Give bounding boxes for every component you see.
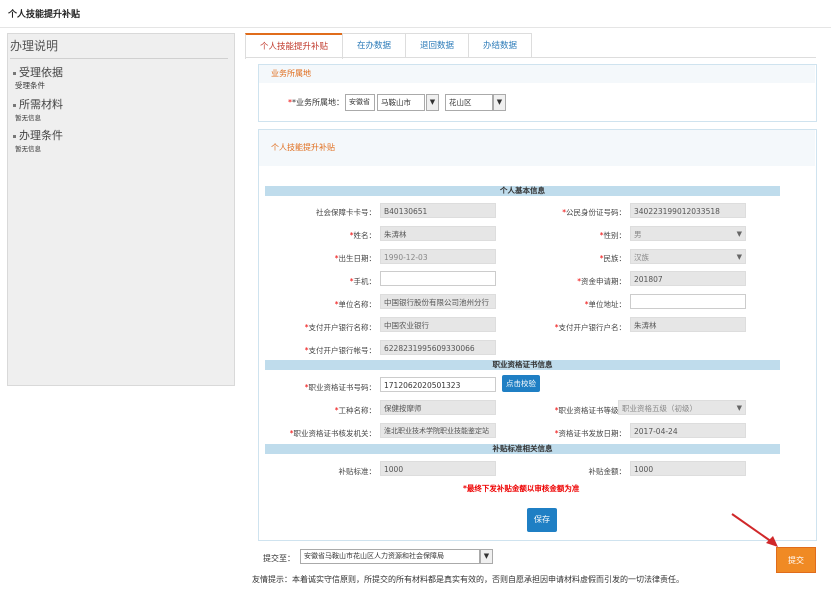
birth-label: *出生日期：	[334, 254, 376, 263]
address-input[interactable]	[630, 294, 746, 309]
divider	[0, 27, 831, 28]
phone-label: *手机：	[349, 277, 376, 286]
name-label: *姓名：	[349, 231, 376, 240]
bank-field[interactable]: 中国农业银行	[380, 317, 496, 332]
cert-number-input[interactable]: 1712062020501323	[380, 377, 496, 392]
si-card-field[interactable]: B40130651	[380, 203, 496, 218]
account-name-field[interactable]: 朱涛林	[630, 317, 746, 332]
sidebar-section-basis[interactable]: 受理依据 受理条件	[13, 64, 63, 91]
chevron-down-icon[interactable]: ▼	[480, 549, 493, 564]
region-panel-header: 业务所属地	[259, 65, 815, 83]
subsidy-note: *最终下发补贴金额以审核金额为准	[463, 484, 580, 493]
name-field[interactable]: 朱涛林	[380, 226, 496, 241]
standard-field[interactable]: 1000	[380, 461, 496, 476]
id-label: *公民身份证号码：	[562, 208, 626, 217]
id-field[interactable]: 340223199012033518	[630, 203, 746, 218]
si-card-label: 社会保障卡卡号：	[316, 208, 376, 217]
sidebar-divider	[10, 58, 228, 59]
form-panel-header: 个人技能提升补贴	[259, 130, 815, 166]
save-button[interactable]: 保存	[527, 508, 557, 532]
tab-in-progress[interactable]: 在办数据	[342, 33, 406, 58]
chevron-down-icon: ▼	[736, 404, 742, 412]
amount-field[interactable]: 1000	[630, 461, 746, 476]
fund-month-field[interactable]: 201807	[630, 271, 746, 286]
standard-label: 补贴标准：	[338, 467, 377, 476]
tab-underline	[245, 57, 816, 58]
account-no-field[interactable]: 6228231995609330066	[380, 340, 496, 355]
bullet-icon	[13, 134, 16, 138]
employer-field[interactable]: 中国银行股份有限公司池州分行	[380, 294, 496, 309]
account-name-label: *支付开户银行户名：	[554, 323, 626, 332]
tip-text: 友情提示：本着诚实守信原则，所提交的所有材料都是真实有效的，否则自愿承担因申请材…	[252, 575, 684, 584]
chevron-down-icon: ▼	[736, 253, 742, 261]
ethnic-select[interactable]: 汉族 ▼	[630, 249, 746, 264]
bank-label: *支付开户银行名称：	[304, 323, 376, 332]
district-select[interactable]: 花山区	[445, 94, 493, 111]
level-label: *职业资格证书等级：	[554, 406, 626, 415]
bullet-icon	[13, 103, 16, 107]
chevron-down-icon: ▼	[736, 230, 742, 238]
sidebar-section-title: 所需材料	[19, 98, 63, 111]
tab-returned[interactable]: 退回数据	[405, 33, 469, 58]
issuer-field[interactable]: 淮北职业技术学院职业技能鉴定站	[380, 423, 496, 438]
section-subsidy-info: 补贴标准相关信息	[265, 444, 780, 454]
tab-skill-subsidy[interactable]: 个人技能提升补贴	[245, 33, 343, 59]
city-select[interactable]: 马鞍山市	[377, 94, 425, 111]
verify-button[interactable]: 点击校验	[502, 375, 540, 392]
issue-date-label: *资格证书发放日期：	[554, 429, 626, 438]
phone-input[interactable]	[380, 271, 496, 286]
chevron-down-icon[interactable]: ▼	[493, 94, 506, 111]
sidebar-heading: 办理说明	[10, 39, 59, 53]
sidebar-section-sub: 暂无信息	[15, 145, 41, 153]
region-label: **业务所属地：	[288, 98, 344, 107]
cert-number-label: *职业资格证书号码：	[304, 383, 376, 392]
job-label: *工种名称：	[334, 406, 376, 415]
ethnic-label: *民族：	[599, 254, 626, 263]
sidebar-section-title: 办理条件	[19, 129, 63, 142]
chevron-down-icon[interactable]: ▼	[426, 94, 439, 111]
birth-field[interactable]: 1990-12-03	[380, 249, 496, 264]
arrow-icon	[731, 513, 778, 547]
address-label: *单位地址：	[584, 300, 626, 309]
province-select[interactable]: 安徽省	[345, 94, 375, 111]
sidebar-section-title: 受理依据	[19, 66, 63, 79]
sidebar-section-sub: 受理条件	[15, 81, 45, 90]
account-no-label: *支付开户银行帐号：	[304, 346, 376, 355]
issuer-label: *职业资格证书核发机关：	[289, 429, 376, 438]
submit-to-select[interactable]: 安徽省马鞍山市花山区人力资源和社会保障局	[300, 549, 480, 564]
section-basic-info: 个人基本信息	[265, 186, 780, 196]
fund-month-label: *资金申请期：	[577, 277, 626, 286]
level-select[interactable]: 职业资格五级（初级） ▼	[618, 400, 746, 415]
gender-label: *性别：	[599, 231, 626, 240]
section-cert-info: 职业资格证书信息	[265, 360, 780, 370]
amount-label: 补贴金额：	[588, 467, 627, 476]
sidebar-section-sub: 暂无信息	[15, 114, 41, 122]
employer-label: *单位名称：	[334, 300, 376, 309]
sidebar-section-materials[interactable]: 所需材料 暂无信息	[13, 96, 63, 122]
bullet-icon	[13, 71, 16, 75]
submit-to-label: 提交至：	[263, 554, 295, 563]
issue-date-field[interactable]: 2017-04-24	[630, 423, 746, 438]
page-title: 个人技能提升补贴	[8, 10, 81, 20]
submit-button[interactable]: 提交	[776, 547, 816, 573]
gender-select[interactable]: 男 ▼	[630, 226, 746, 241]
tab-completed[interactable]: 办结数据	[468, 33, 532, 58]
sidebar-section-conditions[interactable]: 办理条件 暂无信息	[13, 127, 63, 153]
job-field[interactable]: 保健按摩师	[380, 400, 496, 415]
